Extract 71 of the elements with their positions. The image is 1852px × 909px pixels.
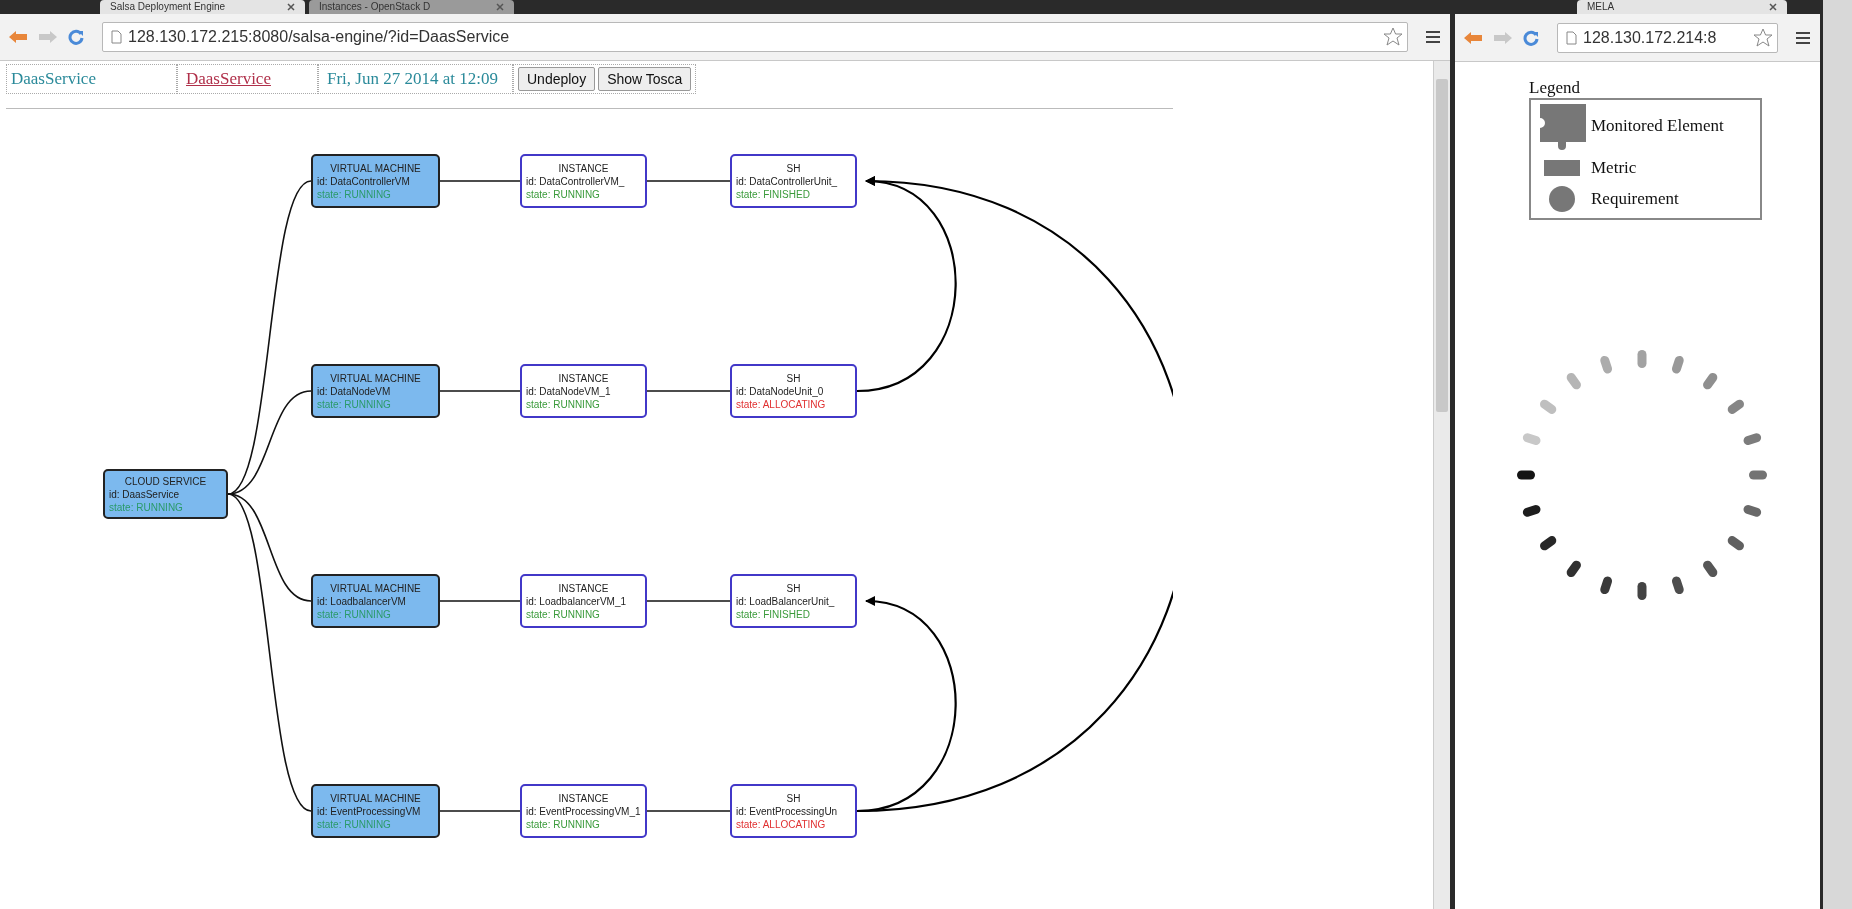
node-title: INSTANCE [557, 371, 610, 385]
node-state: state: RUNNING [317, 187, 392, 201]
page-icon [1566, 30, 1577, 45]
star-icon[interactable] [1753, 27, 1773, 48]
node-state: state: RUNNING [526, 607, 601, 621]
node-title: SH [785, 161, 802, 175]
undeploy-button[interactable]: Undeploy [518, 67, 596, 91]
node-state: state: RUNNING [317, 607, 392, 621]
node-state: state: RUNNING [317, 397, 392, 411]
scrollbar[interactable] [1433, 61, 1450, 909]
node-title: INSTANCE [557, 581, 610, 595]
date-text: Fri, Jun 27 2014 at 12:09 [327, 69, 498, 89]
node-id: id: DaasService [109, 487, 181, 501]
node-state: state: ALLOCATING [736, 397, 827, 411]
node-state: state: FINISHED [736, 187, 811, 201]
address-bar[interactable]: 128.130.172.214:8 [1557, 22, 1778, 53]
node-id: id: EventProcessingUn [736, 804, 839, 818]
browser-tab[interactable]: Salsa Deployment Engine [100, 0, 305, 14]
url-text: 128.130.172.215:8080/salsa-engine/?id=DaasService [128, 28, 511, 46]
page-icon [111, 30, 122, 44]
browser-tab[interactable]: Instances - OpenStack D [309, 0, 514, 14]
node-id: id: EventProcessingVM_1 [526, 804, 641, 818]
node-state: state: RUNNING [109, 500, 184, 514]
node-id: id: DataNodeVM [317, 384, 392, 398]
menu-icon[interactable] [1796, 31, 1810, 44]
requirement-circle-icon [1549, 186, 1575, 212]
node-id: id: LoadbalancerVM_1 [526, 594, 628, 608]
address-bar[interactable]: 128.130.172.215:8080/salsa-engine/?id=DaasService [102, 22, 1408, 52]
legend-label: Monitored Element [1591, 116, 1724, 136]
legend-label: Metric [1591, 158, 1637, 178]
node-title: VIRTUAL MACHINE [329, 371, 422, 385]
node-state: state: RUNNING [526, 397, 601, 411]
node-title: SH [785, 371, 802, 385]
close-icon[interactable] [496, 3, 504, 11]
show-tosca-button[interactable]: Show Tosca [598, 67, 692, 91]
close-icon[interactable] [1769, 3, 1777, 11]
node-title: CLOUD SERVICE [123, 474, 208, 488]
node-id: id: DataControllerVM [317, 174, 411, 188]
node-title: VIRTUAL MACHINE [329, 791, 422, 805]
back-icon[interactable] [1463, 30, 1483, 45]
browser-tab[interactable]: MELA [1577, 0, 1787, 14]
legend-title: Legend [1529, 78, 1581, 98]
node-state: state: RUNNING [526, 817, 601, 831]
node-id: id: DataNodeUnit_0 [736, 384, 825, 398]
node-title: INSTANCE [557, 791, 610, 805]
reload-icon[interactable] [1523, 29, 1539, 46]
reload-icon[interactable] [68, 29, 84, 45]
node-id: id: LoadbalancerVM [317, 594, 407, 608]
node-title: VIRTUAL MACHINE [329, 581, 422, 595]
puzzle-piece-icon [1538, 102, 1586, 150]
node-id: id: DataControllerVM_ [526, 174, 626, 188]
legend-label: Requirement [1591, 189, 1679, 209]
node-state: state: ALLOCATING [736, 817, 827, 831]
star-icon[interactable] [1383, 27, 1403, 47]
node-title: VIRTUAL MACHINE [329, 161, 422, 175]
node-state: state: RUNNING [526, 187, 601, 201]
service-name: DaasService [11, 69, 96, 89]
metric-rect-icon [1544, 160, 1580, 176]
node-id: id: DataNodeVM_1 [526, 384, 612, 398]
node-id: id: DataControllerUnit_ [736, 174, 839, 188]
node-state: state: RUNNING [317, 817, 392, 831]
close-icon[interactable] [287, 3, 295, 11]
url-text: 128.130.172.214:8 [1583, 28, 1718, 47]
node-title: INSTANCE [557, 161, 610, 175]
node-id: id: LoadBalancerUnit_ [736, 594, 836, 608]
back-icon[interactable] [8, 30, 28, 44]
node-title: SH [785, 581, 802, 595]
node-title: SH [785, 791, 802, 805]
menu-icon[interactable] [1426, 31, 1440, 43]
node-state: state: FINISHED [736, 607, 811, 621]
node-id: id: EventProcessingVM [317, 804, 422, 818]
